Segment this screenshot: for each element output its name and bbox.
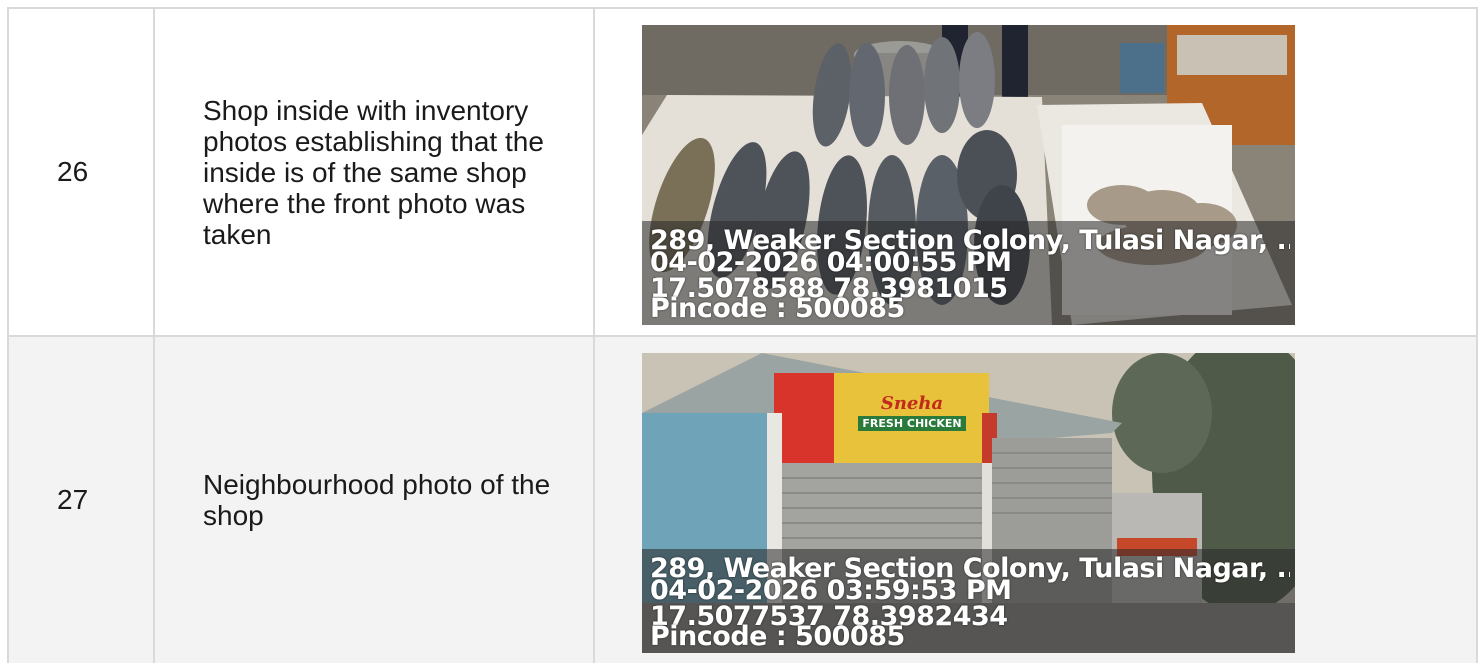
sign-title: FRESH CHICKEN — [858, 416, 966, 431]
table-row: 26 Shop inside with inventory photos est… — [9, 9, 1478, 337]
row-number: 27 — [9, 337, 155, 663]
photo-evidence-table: 26 Shop inside with inventory photos est… — [7, 7, 1478, 663]
neighbourhood-photo[interactable]: Sneha FRESH CHICKEN 289, Weaker Section … — [642, 353, 1295, 653]
inventory-photo[interactable]: 289, Weaker Section Colony, Tulasi Nagar… — [642, 25, 1295, 325]
row-number: 26 — [9, 9, 155, 335]
row-description: Shop inside with inventory photos establ… — [155, 9, 595, 335]
row-description: Neighbourhood photo of the shop — [155, 337, 595, 663]
sign-brand: Sneha — [880, 393, 944, 414]
table-row: 27 Neighbourhood photo of the shop Sneha… — [9, 337, 1478, 663]
shop-sign: Sneha FRESH CHICKEN — [842, 393, 982, 432]
geo-stamp-overlay: 289, Weaker Section Colony, Tulasi Nagar… — [642, 221, 1295, 325]
geo-stamp-overlay: 289, Weaker Section Colony, Tulasi Nagar… — [642, 549, 1295, 653]
stamp-pincode: Pincode : 500085 — [650, 621, 905, 652]
stamp-pincode: Pincode : 500085 — [650, 293, 905, 324]
